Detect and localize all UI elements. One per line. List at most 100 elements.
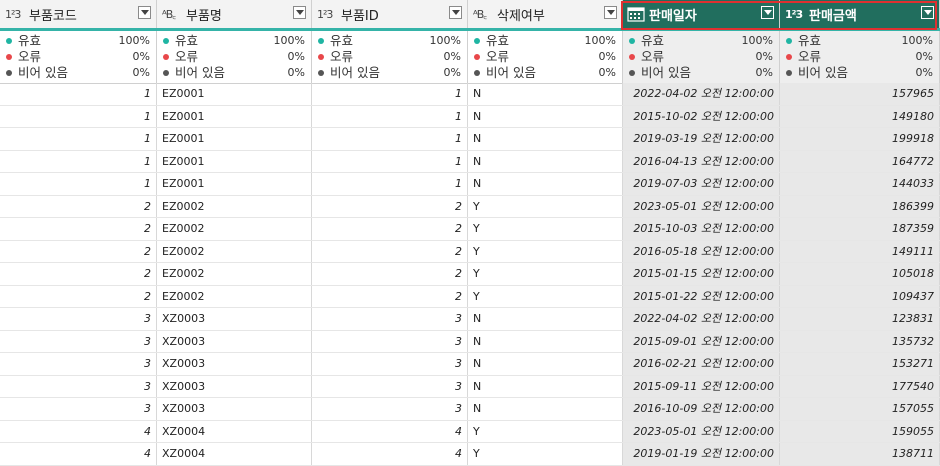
- table-cell[interactable]: EZ0002: [157, 240, 312, 262]
- table-cell[interactable]: 199918: [780, 128, 940, 150]
- number-type-icon[interactable]: 1²3: [785, 8, 805, 21]
- table-cell[interactable]: 144033: [780, 173, 940, 195]
- filter-dropdown-icon[interactable]: [604, 6, 617, 19]
- table-cell[interactable]: 2015-01-15 오전 12:00:00: [623, 263, 780, 285]
- table-cell[interactable]: XZ0003: [157, 330, 312, 352]
- table-cell[interactable]: 186399: [780, 195, 940, 217]
- table-cell[interactable]: EZ0002: [157, 263, 312, 285]
- table-cell[interactable]: Y: [468, 240, 623, 262]
- table-cell[interactable]: 109437: [780, 285, 940, 307]
- table-cell[interactable]: EZ0001: [157, 105, 312, 127]
- table-cell[interactable]: N: [468, 308, 623, 330]
- table-cell[interactable]: 1: [0, 128, 157, 150]
- table-cell[interactable]: XZ0003: [157, 308, 312, 330]
- column-header-part-code[interactable]: 1²3 부품코드: [0, 0, 157, 28]
- table-cell[interactable]: 1: [312, 150, 468, 172]
- table-cell[interactable]: 157965: [780, 83, 940, 105]
- filter-dropdown-icon[interactable]: [138, 6, 151, 19]
- table-cell[interactable]: Y: [468, 443, 623, 465]
- table-cell[interactable]: 1: [0, 173, 157, 195]
- table-cell[interactable]: 3: [0, 375, 157, 397]
- table-cell[interactable]: Y: [468, 218, 623, 240]
- table-cell[interactable]: 159055: [780, 420, 940, 442]
- filter-dropdown-icon[interactable]: [449, 6, 462, 19]
- filter-dropdown-icon[interactable]: [761, 6, 774, 19]
- table-cell[interactable]: 2019-07-03 오전 12:00:00: [623, 173, 780, 195]
- table-cell[interactable]: 2: [312, 263, 468, 285]
- table-cell[interactable]: EZ0001: [157, 173, 312, 195]
- table-cell[interactable]: 164772: [780, 150, 940, 172]
- table-cell[interactable]: 3: [0, 353, 157, 375]
- column-header-sale-amount[interactable]: 1²3 판매금액: [780, 0, 940, 28]
- table-cell[interactable]: 2015-10-02 오전 12:00:00: [623, 105, 780, 127]
- table-cell[interactable]: 2: [0, 218, 157, 240]
- table-cell[interactable]: 1: [312, 105, 468, 127]
- table-cell[interactable]: 2: [312, 195, 468, 217]
- table-cell[interactable]: 2: [0, 285, 157, 307]
- table-cell[interactable]: N: [468, 150, 623, 172]
- filter-dropdown-icon[interactable]: [921, 6, 934, 19]
- table-cell[interactable]: 138711: [780, 443, 940, 465]
- table-cell[interactable]: 1: [0, 83, 157, 105]
- table-cell[interactable]: 2015-01-22 오전 12:00:00: [623, 285, 780, 307]
- table-cell[interactable]: 2015-09-11 오전 12:00:00: [623, 375, 780, 397]
- table-cell[interactable]: EZ0001: [157, 83, 312, 105]
- table-cell[interactable]: Y: [468, 195, 623, 217]
- table-cell[interactable]: 4: [312, 443, 468, 465]
- table-cell[interactable]: N: [468, 105, 623, 127]
- table-cell[interactable]: 2015-10-03 오전 12:00:00: [623, 218, 780, 240]
- table-cell[interactable]: 1: [0, 105, 157, 127]
- table-cell[interactable]: 3: [312, 308, 468, 330]
- table-cell[interactable]: 2019-01-19 오전 12:00:00: [623, 443, 780, 465]
- table-cell[interactable]: 3: [312, 330, 468, 352]
- table-cell[interactable]: 2015-09-01 오전 12:00:00: [623, 330, 780, 352]
- table-cell[interactable]: N: [468, 173, 623, 195]
- table-cell[interactable]: XZ0003: [157, 398, 312, 420]
- table-cell[interactable]: 2: [0, 263, 157, 285]
- table-cell[interactable]: 2016-10-09 오전 12:00:00: [623, 398, 780, 420]
- table-cell[interactable]: 2022-04-02 오전 12:00:00: [623, 83, 780, 105]
- table-cell[interactable]: XZ0004: [157, 443, 312, 465]
- table-cell[interactable]: EZ0002: [157, 195, 312, 217]
- table-cell[interactable]: 4: [0, 420, 157, 442]
- table-cell[interactable]: 3: [0, 308, 157, 330]
- table-cell[interactable]: EZ0001: [157, 150, 312, 172]
- table-cell[interactable]: N: [468, 353, 623, 375]
- column-header-part-id[interactable]: 1²3 부품ID: [312, 0, 468, 28]
- table-cell[interactable]: 2016-04-13 오전 12:00:00: [623, 150, 780, 172]
- table-cell[interactable]: 2: [312, 218, 468, 240]
- table-cell[interactable]: Y: [468, 285, 623, 307]
- table-cell[interactable]: 2019-03-19 오전 12:00:00: [623, 128, 780, 150]
- filter-dropdown-icon[interactable]: [293, 6, 306, 19]
- table-cell[interactable]: 2016-05-18 오전 12:00:00: [623, 240, 780, 262]
- table-cell[interactable]: XZ0003: [157, 353, 312, 375]
- table-cell[interactable]: 157055: [780, 398, 940, 420]
- table-cell[interactable]: 177540: [780, 375, 940, 397]
- table-cell[interactable]: 3: [312, 398, 468, 420]
- table-cell[interactable]: 3: [0, 398, 157, 420]
- table-cell[interactable]: 2016-02-21 오전 12:00:00: [623, 353, 780, 375]
- column-header-deleted-flag[interactable]: ᴬB꜀ 삭제여부: [468, 0, 623, 28]
- column-header-part-name[interactable]: ᴬB꜀ 부품명: [157, 0, 312, 28]
- table-cell[interactable]: 2: [0, 240, 157, 262]
- table-cell[interactable]: 1: [312, 83, 468, 105]
- table-cell[interactable]: 187359: [780, 218, 940, 240]
- number-type-icon[interactable]: 1²3: [317, 8, 337, 21]
- table-cell[interactable]: EZ0001: [157, 128, 312, 150]
- table-cell[interactable]: N: [468, 375, 623, 397]
- table-cell[interactable]: 1: [312, 128, 468, 150]
- calendar-type-icon[interactable]: [627, 6, 645, 22]
- table-cell[interactable]: Y: [468, 420, 623, 442]
- table-cell[interactable]: 2: [312, 240, 468, 262]
- table-cell[interactable]: 2: [0, 195, 157, 217]
- table-cell[interactable]: Y: [468, 263, 623, 285]
- table-cell[interactable]: 3: [0, 330, 157, 352]
- column-header-sale-date[interactable]: 판매일자: [623, 0, 780, 28]
- table-cell[interactable]: 1: [0, 150, 157, 172]
- table-cell[interactable]: N: [468, 128, 623, 150]
- text-type-icon[interactable]: ᴬB꜀: [162, 7, 182, 22]
- table-cell[interactable]: 3: [312, 353, 468, 375]
- table-cell[interactable]: 123831: [780, 308, 940, 330]
- table-cell[interactable]: 3: [312, 375, 468, 397]
- table-cell[interactable]: 153271: [780, 353, 940, 375]
